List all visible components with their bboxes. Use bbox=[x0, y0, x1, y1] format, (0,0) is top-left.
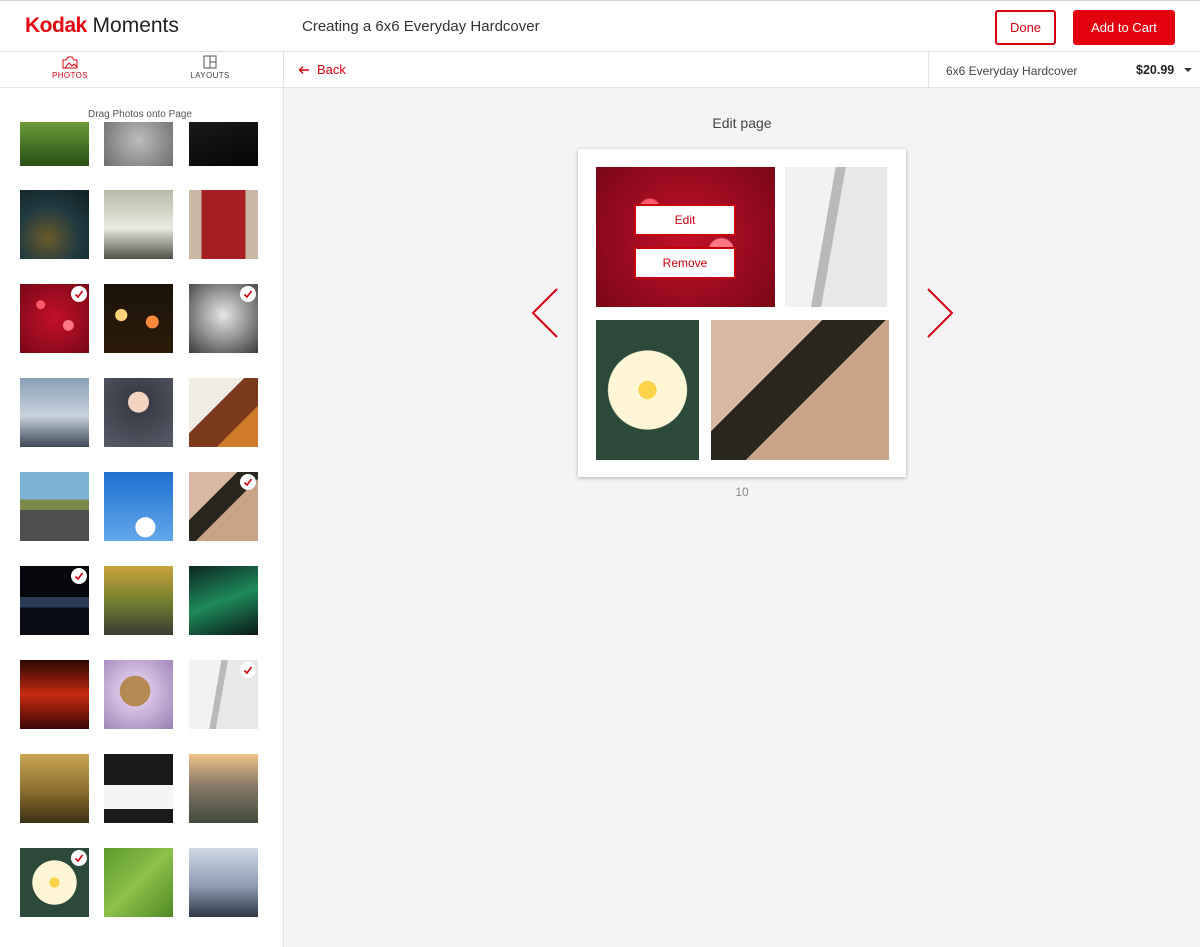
photo-slot-selected[interactable] bbox=[596, 167, 775, 307]
checkmark-icon bbox=[240, 286, 256, 302]
edit-photo-button[interactable]: Edit bbox=[634, 204, 736, 236]
photo-slot[interactable] bbox=[596, 320, 699, 460]
kodak-moments-logo[interactable]: Kodak Moments bbox=[25, 14, 179, 38]
next-page-arrow-icon[interactable] bbox=[925, 287, 955, 339]
tab-layouts[interactable]: LAYOUTS bbox=[140, 52, 280, 88]
product-select[interactable]: 6x6 Everyday Hardcover $20.99 bbox=[928, 52, 1200, 88]
edit-page-title: Edit page bbox=[712, 115, 772, 131]
photo-thumbnail-woman-sunglasses[interactable] bbox=[104, 378, 173, 447]
checkmark-icon bbox=[240, 662, 256, 678]
photo-thumbnail-forest-stream[interactable] bbox=[104, 566, 173, 635]
product-name: 6x6 Everyday Hardcover bbox=[946, 64, 1078, 78]
photo-thumbnail-valley-sunset[interactable] bbox=[189, 754, 258, 823]
photo-thumbnail-night-skyline[interactable] bbox=[20, 566, 89, 635]
photo-thumbnail-red-door[interactable] bbox=[189, 190, 258, 259]
add-to-cart-button[interactable]: Add to Cart bbox=[1073, 10, 1175, 45]
previous-page-arrow-icon[interactable] bbox=[530, 287, 560, 339]
photo-thumbnail-red-sunset[interactable] bbox=[20, 660, 89, 729]
checkmark-icon bbox=[71, 286, 87, 302]
photo-thumbnail-yorkie-dog[interactable] bbox=[104, 660, 173, 729]
book-page: Edit Remove bbox=[578, 149, 906, 477]
checkmark-icon bbox=[71, 568, 87, 584]
photo-thumbnail-old-man-portrait[interactable] bbox=[189, 284, 258, 353]
layouts-icon bbox=[203, 55, 217, 69]
photos-icon bbox=[62, 56, 78, 69]
photo-thumbnail-seattle-skyline[interactable] bbox=[20, 378, 89, 447]
photo-thumbnail-autumn-park[interactable] bbox=[20, 190, 89, 259]
photo-thumbnail-water-lily[interactable] bbox=[20, 848, 89, 917]
photo-thumbnail-steak-dinner[interactable] bbox=[189, 378, 258, 447]
checkmark-icon bbox=[71, 850, 87, 866]
tab-photos-label: PHOTOS bbox=[51, 71, 89, 80]
back-arrow-icon bbox=[298, 65, 309, 74]
photo-thumbnail-wind-turbines[interactable] bbox=[104, 190, 173, 259]
tab-photos[interactable]: PHOTOS bbox=[0, 52, 140, 88]
sidebar-tabs: PHOTOS LAYOUTS bbox=[0, 52, 283, 88]
back-link[interactable]: Back bbox=[298, 62, 346, 77]
photo-thumbnail-blue-sky[interactable] bbox=[104, 472, 173, 541]
photo-thumbnail-dandelion[interactable] bbox=[20, 122, 89, 166]
photo-thumbnail-red-bokeh[interactable] bbox=[20, 284, 89, 353]
project-title: Creating a 6x6 Everyday Hardcover bbox=[302, 18, 540, 35]
photo-thumbnail-book-pencil[interactable] bbox=[189, 660, 258, 729]
photo-thumbnail-misty-forest[interactable] bbox=[20, 754, 89, 823]
back-label: Back bbox=[317, 62, 346, 77]
photo-thumbnail-piano-rose[interactable] bbox=[104, 754, 173, 823]
editor-toolbar: Back 6x6 Everyday Hardcover $20.99 bbox=[284, 52, 1200, 88]
photo-thumbnail-green-grass[interactable] bbox=[104, 848, 173, 917]
logo-product: Moments bbox=[92, 14, 179, 37]
photo-thumbnail-city-lights-bokeh[interactable] bbox=[104, 284, 173, 353]
remove-photo-button[interactable]: Remove bbox=[634, 247, 736, 279]
drag-hint: Drag Photos onto Page bbox=[88, 109, 192, 120]
photo-thumbnail-eye-closeup[interactable] bbox=[189, 472, 258, 541]
done-button[interactable]: Done bbox=[995, 10, 1056, 45]
photo-thumbnail-heart-in-sand[interactable] bbox=[104, 122, 173, 166]
product-price: $20.99 bbox=[1136, 63, 1175, 77]
photo-sidebar: PHOTOS LAYOUTS Drag Photos onto Page bbox=[0, 52, 284, 947]
photo-thumbnail-open-road[interactable] bbox=[20, 472, 89, 541]
photo-thumbnail-dark-night[interactable] bbox=[189, 122, 258, 166]
photo-thumbnail-aurora[interactable] bbox=[189, 566, 258, 635]
logo-brand: Kodak bbox=[25, 14, 87, 37]
photo-slot[interactable] bbox=[785, 167, 887, 307]
tab-layouts-label: LAYOUTS bbox=[190, 71, 230, 80]
photo-slot[interactable] bbox=[711, 320, 889, 460]
chevron-down-icon bbox=[1184, 68, 1192, 72]
page-number: 10 bbox=[735, 485, 749, 499]
photo-thumbnail-misty-mountains[interactable] bbox=[189, 848, 258, 917]
checkmark-icon bbox=[240, 474, 256, 490]
app-header: Kodak Moments Creating a 6x6 Everyday Ha… bbox=[0, 0, 1200, 52]
